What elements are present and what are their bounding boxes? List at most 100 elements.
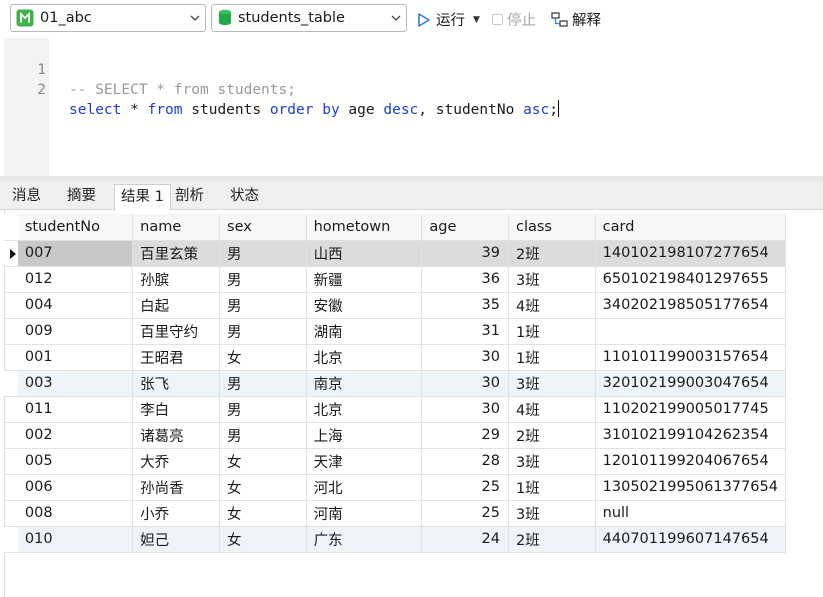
cell-age[interactable]: 28 [421, 448, 509, 475]
cell-class[interactable]: 4班 [508, 396, 596, 423]
table-row[interactable]: 008 小乔女河南 25 3班 null [4, 500, 787, 527]
cell-class[interactable]: 3班 [508, 370, 596, 397]
cell-sex[interactable]: 女 [219, 500, 307, 527]
cell-hometown[interactable]: 天津 [306, 448, 423, 475]
cell-hometown[interactable]: 安徽 [306, 292, 423, 319]
cell-hometown[interactable]: 北京 [306, 344, 423, 371]
row-indicator[interactable] [4, 422, 18, 449]
cell-name[interactable]: 百里守约 [132, 318, 221, 345]
cell-card[interactable]: 120101199204067654 [595, 448, 787, 475]
cell-class[interactable]: 1班 [508, 318, 596, 345]
cell-name[interactable]: 诸葛亮 [132, 422, 221, 449]
cell-hometown[interactable]: 南京 [306, 370, 423, 397]
cell-age[interactable]: 29 [421, 422, 509, 449]
cell-name[interactable]: 妲己 [132, 526, 221, 553]
cell-age[interactable]: 30 [421, 396, 509, 423]
tab-profile[interactable]: 剖析 [169, 184, 210, 210]
cell-class[interactable]: 3班 [508, 500, 596, 527]
column-header[interactable]: name [132, 214, 221, 241]
row-indicator[interactable] [4, 500, 18, 527]
row-indicator[interactable] [4, 344, 18, 371]
table-row[interactable]: 011 李白男北京 30 4班 110202199005017745 [4, 396, 787, 423]
column-header[interactable]: sex [219, 214, 307, 241]
row-indicator[interactable] [4, 240, 18, 267]
column-header[interactable]: hometown [306, 214, 423, 241]
cell-hometown[interactable]: 上海 [306, 422, 423, 449]
column-header[interactable]: class [508, 214, 596, 241]
table-row[interactable]: 004 白起男安徽 35 4班 340202198505177654 [4, 292, 787, 319]
cell-card[interactable]: 110202199005017745 [595, 396, 787, 423]
column-header[interactable]: card [595, 214, 787, 241]
table-row[interactable]: 012 孙膑男新疆 36 3班 650102198401297655 [4, 266, 787, 293]
cell-studentno[interactable]: 005 [17, 448, 134, 475]
table-row[interactable]: 007 百里玄策男山西 39 2班 140102198107277654 [4, 240, 787, 267]
sql-editor[interactable]: 1 -- SELECT * from students; 2 select * … [0, 38, 823, 176]
cell-hometown[interactable]: 河南 [306, 500, 423, 527]
row-indicator[interactable] [4, 318, 18, 345]
cell-studentno[interactable]: 011 [17, 396, 134, 423]
column-header[interactable]: age [421, 214, 509, 241]
cell-sex[interactable]: 女 [219, 448, 307, 475]
row-indicator[interactable] [4, 292, 18, 319]
table-row[interactable]: 009 百里守约男湖南 31 1班 [4, 318, 787, 345]
cell-age[interactable]: 39 [421, 240, 509, 267]
cell-hometown[interactable]: 湖南 [306, 318, 423, 345]
cell-class[interactable]: 3班 [508, 266, 596, 293]
cell-name[interactable]: 孙尚香 [132, 474, 221, 501]
cell-age[interactable]: 35 [421, 292, 509, 319]
cell-studentno[interactable]: 008 [17, 500, 134, 527]
cell-age[interactable]: 25 [421, 500, 509, 527]
cell-sex[interactable]: 女 [219, 344, 307, 371]
cell-card[interactable] [595, 318, 787, 345]
cell-name[interactable]: 小乔 [132, 500, 221, 527]
explain-button[interactable]: 解释 [551, 9, 601, 30]
tab-result-1[interactable]: 结果 1 [114, 184, 171, 211]
row-indicator[interactable] [4, 266, 18, 293]
cell-hometown[interactable]: 广东 [306, 526, 423, 553]
cell-age[interactable]: 31 [421, 318, 509, 345]
run-button[interactable]: 运行 ▼ [417, 9, 480, 30]
row-indicator[interactable] [4, 526, 18, 553]
table-row[interactable]: 001 王昭君女北京 30 1班 110101199003157654 [4, 344, 787, 371]
cell-card[interactable]: 650102198401297655 [595, 266, 787, 293]
cell-age[interactable]: 36 [421, 266, 509, 293]
cell-name[interactable]: 张飞 [132, 370, 221, 397]
cell-name[interactable]: 孙膑 [132, 266, 221, 293]
cell-studentno[interactable]: 002 [17, 422, 134, 449]
cell-class[interactable]: 2班 [508, 240, 596, 267]
cell-hometown[interactable]: 山西 [306, 240, 423, 267]
database-select[interactable]: 01_abc [10, 4, 206, 32]
table-row[interactable]: 003 张飞男南京 30 3班 320102199003047654 [4, 370, 787, 397]
column-header[interactable]: studentNo [17, 214, 134, 241]
cell-card[interactable]: 310102199104262354 [595, 422, 787, 449]
cell-studentno[interactable]: 009 [17, 318, 134, 345]
row-indicator[interactable] [4, 448, 18, 475]
table-row[interactable]: 005 大乔女天津 28 3班 120101199204067654 [4, 448, 787, 475]
cell-card[interactable]: 340202198505177654 [595, 292, 787, 319]
tab-messages[interactable]: 消息 [6, 184, 47, 210]
cell-sex[interactable]: 男 [219, 292, 307, 319]
cell-name[interactable]: 白起 [132, 292, 221, 319]
cell-studentno[interactable]: 010 [17, 526, 134, 553]
stop-button[interactable]: 停止 [492, 9, 536, 30]
cell-hometown[interactable]: 河北 [306, 474, 423, 501]
row-indicator[interactable] [4, 474, 18, 501]
run-dropdown-caret-icon[interactable]: ▼ [473, 15, 480, 25]
cell-studentno[interactable]: 003 [17, 370, 134, 397]
table-select[interactable]: students_table [211, 4, 407, 32]
cell-studentno[interactable]: 012 [17, 266, 134, 293]
table-row[interactable]: 002 诸葛亮男上海 29 2班 310102199104262354 [4, 422, 787, 449]
cell-name[interactable]: 百里玄策 [132, 240, 221, 267]
cell-hometown[interactable]: 新疆 [306, 266, 423, 293]
cell-class[interactable]: 2班 [508, 422, 596, 449]
cell-class[interactable]: 2班 [508, 526, 596, 553]
cell-sex[interactable]: 男 [219, 266, 307, 293]
cell-sex[interactable]: 男 [219, 318, 307, 345]
cell-sex[interactable]: 男 [219, 370, 307, 397]
cell-age[interactable]: 30 [421, 344, 509, 371]
cell-card[interactable]: null [595, 500, 787, 527]
cell-name[interactable]: 大乔 [132, 448, 221, 475]
cell-class[interactable]: 4班 [508, 292, 596, 319]
cell-age[interactable]: 24 [421, 526, 509, 553]
cell-card[interactable]: 110101199003157654 [595, 344, 787, 371]
